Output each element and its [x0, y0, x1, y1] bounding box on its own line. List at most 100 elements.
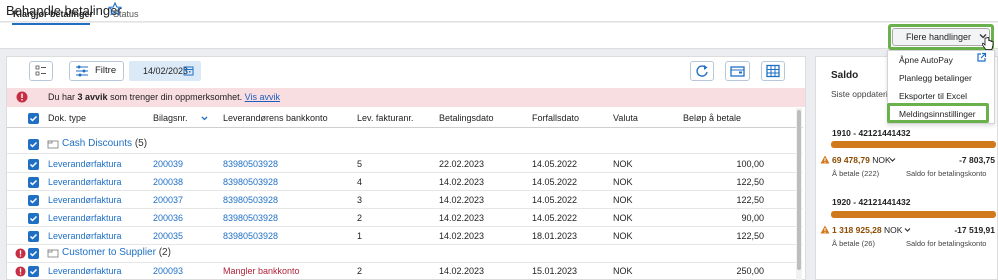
doc-type-link[interactable]: Leverandørfaktura — [48, 231, 122, 241]
scrollbar-thumb[interactable] — [797, 110, 801, 270]
row-checkbox[interactable] — [28, 231, 39, 242]
chevron-down-icon[interactable] — [889, 157, 896, 163]
group-checkbox[interactable] — [28, 139, 39, 150]
column-chooser-button[interactable] — [29, 61, 53, 81]
voucher-link[interactable]: 200093 — [153, 266, 183, 276]
voucher-link[interactable]: 200036 — [153, 213, 183, 223]
to-pay-bar — [831, 211, 996, 218]
due-date: 15.01.2023 — [532, 266, 578, 276]
refresh-icon — [696, 65, 708, 77]
warning-icon — [820, 225, 830, 234]
invoice-no: 1 — [357, 231, 363, 241]
balance-label: Saldo for betalingskonto — [906, 239, 987, 248]
group-checkbox[interactable] — [28, 248, 39, 259]
sort-descending-icon[interactable] — [201, 114, 208, 122]
missing-bank-account[interactable]: Mangler bankkonto — [223, 266, 300, 276]
currency: NOK — [613, 231, 633, 241]
due-date: 14.05.2022 — [532, 213, 578, 223]
bank-account-link[interactable]: 83980503928 — [223, 231, 278, 241]
bank-account-link[interactable]: 83980503928 — [223, 159, 278, 169]
payment-date: 14.02.2023 — [439, 195, 485, 205]
col-betalingsdato[interactable]: Betalingsdato — [439, 113, 494, 123]
table-row[interactable] — [7, 155, 803, 173]
group-name[interactable]: Cash Discounts — [62, 138, 132, 149]
select-all-checkbox[interactable] — [28, 113, 39, 124]
col-bankkonto[interactable]: Leverandørens bankkonto — [223, 113, 328, 123]
group-title[interactable]: Customer to Supplier (2) — [62, 247, 171, 258]
account-id: 1920 - 42121441432 — [832, 197, 911, 207]
bank-account-link[interactable]: 83980503928 — [223, 213, 278, 223]
chevron-down-icon[interactable] — [904, 227, 911, 233]
due-date: 14.05.2022 — [532, 159, 578, 169]
invoice-no: 2 — [357, 213, 363, 223]
group-title[interactable]: Cash Discounts (5) — [62, 138, 147, 149]
bank-account-link[interactable]: 83980503928 — [223, 195, 278, 205]
refresh-button[interactable] — [690, 61, 714, 81]
col-valuta[interactable]: Valuta — [613, 113, 638, 123]
table-row[interactable] — [7, 191, 803, 209]
row-checkbox[interactable] — [28, 159, 39, 170]
voucher-link[interactable]: 200035 — [153, 231, 183, 241]
show-deviations-link[interactable]: Vis avvik — [245, 92, 280, 102]
amount: 250,00 — [736, 266, 764, 276]
alert-prefix: Du har — [48, 92, 76, 102]
external-link-icon[interactable] — [976, 52, 987, 63]
account-number: 1910 - 42121441432 — [832, 128, 910, 138]
grid-view-button[interactable] — [761, 61, 785, 81]
to-pay-label: Å betale (26) — [832, 239, 875, 248]
payment-date: 14.02.2023 — [439, 266, 485, 276]
table-row[interactable] — [7, 264, 803, 280]
balance-value: -7 803,75 — [959, 155, 995, 165]
menu-item-export-excel[interactable]: Eksporter til Excel — [899, 91, 967, 101]
active-tab-underline — [12, 23, 90, 25]
row-checkbox[interactable] — [28, 177, 39, 188]
amount: 122,50 — [736, 231, 764, 241]
voucher-link[interactable]: 200038 — [153, 177, 183, 187]
table-row[interactable] — [7, 209, 803, 227]
error-icon — [15, 266, 26, 277]
row-checkbox[interactable] — [28, 213, 39, 224]
col-dok-type[interactable]: Dok. type — [48, 113, 86, 123]
table-row[interactable] — [7, 227, 803, 245]
folder-icon — [47, 249, 59, 258]
invoice-no: 4 — [357, 177, 363, 187]
menu-item-schedule-payments[interactable]: Planlegg betalinger — [899, 73, 972, 83]
col-fakturanr[interactable]: Lev. fakturanr. — [357, 113, 413, 123]
to-pay-currency: NOK — [884, 225, 903, 235]
amount: 122,50 — [736, 195, 764, 205]
voucher-link[interactable]: 200039 — [153, 159, 183, 169]
doc-type-link[interactable]: Leverandørfaktura — [48, 177, 122, 187]
group-count: (5) — [134, 138, 148, 149]
alert-suffix: som trenger din oppmerksomhet. — [110, 92, 243, 102]
tab-status[interactable]: Status — [113, 9, 139, 19]
amount: 122,50 — [736, 177, 764, 187]
doc-type-link[interactable]: Leverandørfaktura — [48, 159, 122, 169]
payment-date: 14.02.2023 — [439, 177, 485, 187]
bank-account-link[interactable]: 83980503928 — [223, 177, 278, 187]
col-forfallsdato[interactable]: Forfallsdato — [532, 113, 579, 123]
doc-type-link[interactable]: Leverandørfaktura — [48, 266, 122, 276]
row-checkbox[interactable] — [28, 195, 39, 206]
calendar-icon[interactable] — [183, 65, 194, 76]
doc-type-link[interactable]: Leverandørfaktura — [48, 195, 122, 205]
group-name[interactable]: Customer to Supplier — [62, 247, 156, 258]
to-pay-amount[interactable]: 69 478,79 NOK — [832, 155, 891, 165]
payment-date: 14.02.2023 — [439, 213, 485, 223]
tab-klargjor[interactable]: Klargjør betalinger — [13, 9, 93, 19]
to-pay-amount[interactable]: 1 318 925,28 NOK — [832, 225, 902, 235]
table-row[interactable] — [7, 173, 803, 191]
account-id: 1910 - 42121441432 — [832, 128, 911, 138]
currency: NOK — [613, 266, 633, 276]
group-count: (2) — [158, 247, 171, 258]
voucher-link[interactable]: 200037 — [153, 195, 183, 205]
payment-card-button[interactable] — [725, 61, 750, 81]
col-bilagsnr[interactable]: Bilagsnr. — [153, 113, 188, 123]
col-belop[interactable]: Beløp å betale — [683, 113, 741, 123]
due-date: 14.05.2022 — [532, 195, 578, 205]
hand-cursor-icon — [982, 37, 994, 50]
account-balance: -7 803,75 — [935, 155, 995, 165]
row-checkbox[interactable] — [28, 266, 39, 277]
menu-item-open-autopay[interactable]: Åpne AutoPay — [899, 55, 953, 65]
doc-type-link[interactable]: Leverandørfaktura — [48, 213, 122, 223]
top-bar — [0, 0, 998, 22]
